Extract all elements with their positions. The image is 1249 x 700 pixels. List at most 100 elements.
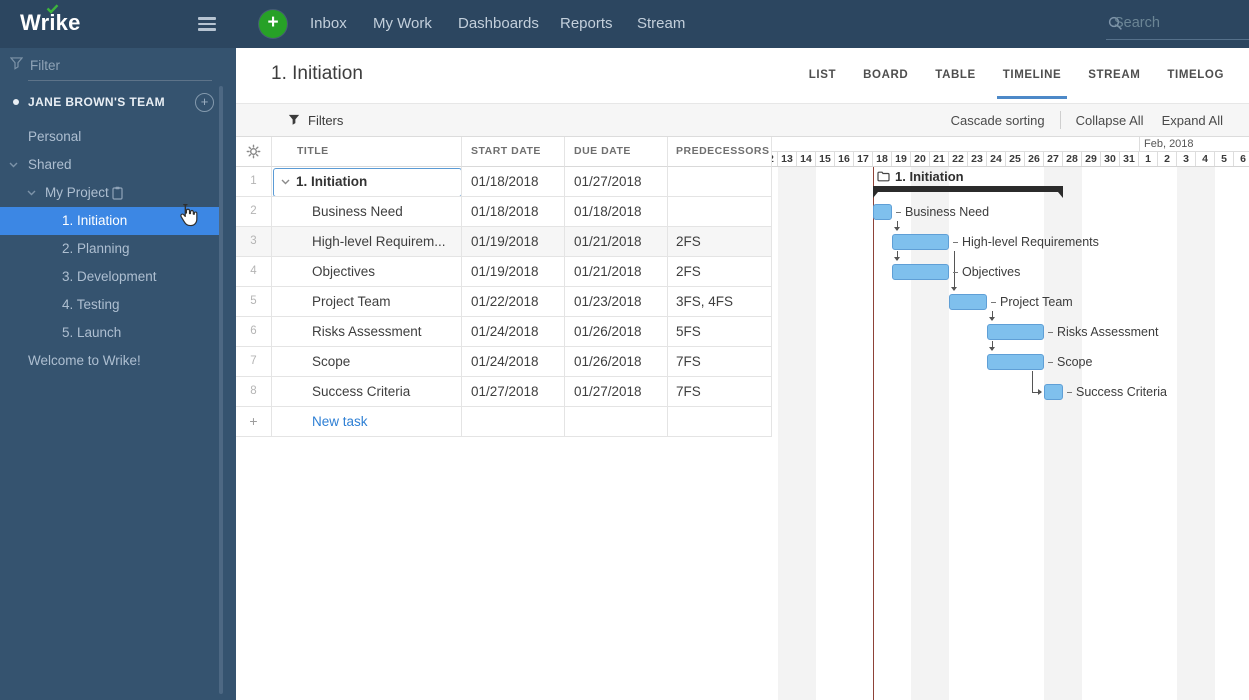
gantt-bar-risks-assessment[interactable] — [987, 324, 1044, 340]
add-button[interactable]: + — [259, 10, 287, 38]
predecessors-cell[interactable] — [668, 167, 772, 197]
timeline-day-label[interactable]: 19 — [892, 151, 911, 167]
sidebar-filter-input[interactable] — [28, 57, 202, 74]
title-cell[interactable]: Scope — [272, 347, 462, 377]
timeline-day-label[interactable]: 6 — [1234, 151, 1249, 167]
title-cell[interactable]: High-level Requirem... — [272, 227, 462, 257]
gantt-summary-bar[interactable] — [873, 186, 1063, 198]
start-date-cell[interactable]: 01/24/2018 — [462, 347, 565, 377]
due-date-cell[interactable]: 01/21/2018 — [565, 257, 668, 287]
gantt-bar-scope[interactable] — [987, 354, 1044, 370]
column-header-start-date[interactable]: START DATE — [462, 137, 565, 167]
gantt-bar-project-team[interactable] — [949, 294, 987, 310]
due-date-cell[interactable]: 01/23/2018 — [565, 287, 668, 317]
due-date-cell[interactable]: 01/27/2018 — [565, 377, 668, 407]
menu-icon[interactable] — [198, 17, 216, 34]
task-title[interactable]: Risks Assessment — [272, 317, 461, 346]
predecessors-cell[interactable]: 7FS — [668, 377, 772, 407]
tab-table[interactable]: TABLE — [935, 48, 975, 103]
table-row[interactable]: 1 1. Initiation 01/18/2018 01/27/2018 — [236, 167, 772, 197]
predecessors-cell[interactable]: 5FS — [668, 317, 772, 347]
sidebar-item-1-initiation[interactable]: 1. Initiation — [0, 207, 220, 235]
timeline-day-label[interactable]: 3 — [1177, 151, 1196, 167]
settings-column-header[interactable] — [236, 137, 272, 167]
search-box[interactable] — [1106, 9, 1249, 40]
timeline-day-label[interactable]: 1 — [1139, 151, 1158, 167]
task-title[interactable]: Objectives — [272, 257, 461, 286]
timeline-day-label[interactable]: 29 — [1082, 151, 1101, 167]
timeline-day-label[interactable]: 30 — [1101, 151, 1120, 167]
title-cell[interactable]: Objectives — [272, 257, 462, 287]
start-date-cell[interactable]: 01/18/2018 — [462, 197, 565, 227]
timeline-day-label[interactable]: 18 — [873, 151, 892, 167]
gantt-bar-objectives[interactable] — [892, 264, 949, 280]
chevron-down-icon[interactable] — [281, 179, 290, 185]
new-task-row[interactable]: + New task — [236, 407, 772, 437]
gantt-bar-business-need[interactable] — [873, 204, 892, 220]
collapse-all-button[interactable]: Collapse All — [1076, 113, 1144, 128]
timeline-day-label[interactable]: 2 — [1158, 151, 1177, 167]
gantt-bar-high-level-requirements[interactable] — [892, 234, 949, 250]
tab-board[interactable]: BOARD — [863, 48, 908, 103]
timeline-day-label[interactable]: 14 — [797, 151, 816, 167]
start-date-cell[interactable]: 01/22/2018 — [462, 287, 565, 317]
due-date-cell[interactable]: 01/21/2018 — [565, 227, 668, 257]
add-task-plus-icon[interactable]: + — [236, 407, 272, 437]
tab-stream[interactable]: STREAM — [1088, 48, 1140, 103]
timeline-day-label[interactable]: 26 — [1025, 151, 1044, 167]
tab-list[interactable]: LIST — [809, 48, 836, 103]
sidebar-item-5-launch[interactable]: 5. Launch — [0, 319, 220, 347]
predecessors-cell[interactable]: 2FS — [668, 257, 772, 287]
timeline-day-label[interactable]: 15 — [816, 151, 835, 167]
start-date-cell[interactable]: 01/19/2018 — [462, 227, 565, 257]
due-date-cell[interactable]: 01/27/2018 — [565, 167, 668, 197]
column-header-due-date[interactable]: DUE DATE — [565, 137, 668, 167]
timeline-day-label[interactable]: 24 — [987, 151, 1006, 167]
tab-timeline[interactable]: TIMELINE — [996, 48, 1068, 103]
new-task-link[interactable]: New task — [272, 407, 461, 436]
expand-all-button[interactable]: Expand All — [1162, 113, 1223, 128]
title-cell[interactable]: Business Need — [272, 197, 462, 227]
task-title[interactable]: 1. Initiation — [272, 167, 461, 196]
table-row[interactable]: 3 High-level Requirem... 01/19/2018 01/21/2… — [236, 227, 772, 257]
search-input[interactable] — [1112, 14, 1224, 32]
due-date-cell[interactable]: 01/18/2018 — [565, 197, 668, 227]
predecessors-cell[interactable]: 7FS — [668, 347, 772, 377]
table-row[interactable]: 5 Project Team 01/22/2018 01/23/2018 3FS, 4F… — [236, 287, 772, 317]
table-row[interactable]: 2 Business Need 01/18/2018 01/18/2018 — [236, 197, 772, 227]
task-title[interactable]: Scope — [272, 347, 461, 376]
timeline-day-label[interactable]: 22 — [949, 151, 968, 167]
start-date-cell[interactable]: 01/18/2018 — [462, 167, 565, 197]
topnav-my-work[interactable]: My Work — [373, 0, 432, 48]
sidebar-item-2-planning[interactable]: 2. Planning — [0, 235, 220, 263]
timeline-day-label[interactable]: 27 — [1044, 151, 1063, 167]
timeline-day-label[interactable]: 16 — [835, 151, 854, 167]
due-date-cell[interactable]: 01/26/2018 — [565, 347, 668, 377]
task-title[interactable]: High-level Requirem... — [272, 227, 461, 256]
topnav-stream[interactable]: Stream — [637, 0, 685, 48]
timeline-day-label[interactable]: 5 — [1215, 151, 1234, 167]
sidebar-team-row[interactable]: JANE BROWN'S TEAM + — [0, 88, 236, 116]
gantt-summary-label[interactable]: 1. Initiation — [877, 169, 964, 184]
task-title[interactable]: Business Need — [272, 197, 461, 226]
sidebar-filter-box[interactable] — [28, 50, 212, 81]
new-task-cell[interactable]: New task — [272, 407, 462, 437]
task-title[interactable]: Success Criteria — [272, 377, 461, 406]
topnav-dashboards[interactable]: Dashboards — [458, 0, 539, 48]
sidebar-item-my-project[interactable]: My Project — [0, 179, 220, 207]
timeline-day-label[interactable]: 20 — [911, 151, 930, 167]
timeline-day-label[interactable]: 23 — [968, 151, 987, 167]
topnav-reports[interactable]: Reports — [560, 0, 613, 48]
sidebar-item-4-testing[interactable]: 4. Testing — [0, 291, 220, 319]
table-row[interactable]: 7 Scope 01/24/2018 01/26/2018 7FS — [236, 347, 772, 377]
column-header-predecessors[interactable]: PREDECESSORS — [668, 137, 772, 167]
due-date-cell[interactable]: 01/26/2018 — [565, 317, 668, 347]
timeline-day-label[interactable]: 25 — [1006, 151, 1025, 167]
sidebar-item-welcome[interactable]: Welcome to Wrike! — [0, 347, 220, 375]
start-date-cell[interactable]: 01/19/2018 — [462, 257, 565, 287]
predecessors-cell[interactable] — [668, 197, 772, 227]
sidebar-item-shared[interactable]: Shared — [0, 151, 220, 179]
column-header-title[interactable]: TITLE — [272, 137, 462, 167]
sidebar-scrollbar[interactable] — [219, 86, 223, 694]
timeline-day-label[interactable]: 31 — [1120, 151, 1139, 167]
